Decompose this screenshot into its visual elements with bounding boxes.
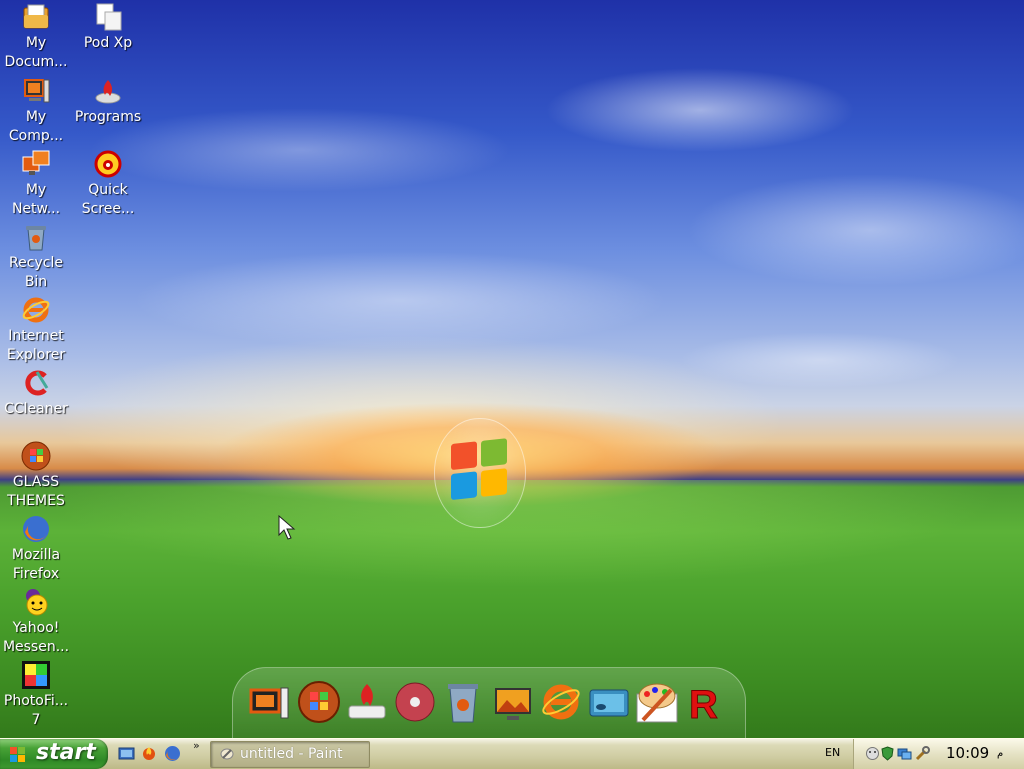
dvd-icon: [395, 682, 435, 722]
wallpaper-clouds: [0, 0, 1024, 480]
security-shield-icon[interactable]: [880, 746, 895, 761]
dock-item-display[interactable]: [587, 680, 631, 724]
icon-label: Programs: [74, 109, 142, 125]
icon-label: CCleaner: [4, 401, 68, 417]
yahoo-messenger-desktop-icon[interactable]: Yahoo! Messen...: [0, 587, 72, 657]
icon-label: My Comp...: [8, 109, 64, 144]
start-label: start: [36, 740, 96, 765]
taskbar-button-label: untitled - Paint: [240, 746, 343, 762]
messenger-tray-icon[interactable]: [865, 746, 880, 761]
internet-explorer-icon: [21, 295, 51, 325]
shortcut-file-icon: [93, 2, 123, 32]
photofiltre-icon: [21, 660, 51, 690]
icon-label: PhotoFi... 7: [3, 693, 69, 728]
pod-xp-desktop-icon[interactable]: Pod Xp: [72, 2, 144, 53]
windows-flag-icon: [10, 747, 25, 762]
quicklaunch-overflow[interactable]: »: [193, 739, 200, 752]
svg-text:R: R: [689, 683, 718, 724]
firefox-icon[interactable]: [164, 745, 181, 762]
dock-item-internet-explorer[interactable]: [539, 680, 583, 724]
icon-label: GLASS THEMES: [7, 474, 65, 509]
my-network-desktop-icon[interactable]: My Netw...: [0, 149, 72, 219]
taskbar: start » untitled - Paint EN 10:09 م: [0, 738, 1024, 769]
icon-label: Internet Explorer: [6, 328, 66, 363]
recycle-bin-icon: [448, 684, 478, 723]
taskbar-button-paint[interactable]: untitled - Paint: [210, 741, 370, 768]
icon-label: Mozilla Firefox: [11, 547, 61, 582]
dock-item-burner[interactable]: [345, 680, 389, 724]
icon-label: Recycle Bin: [9, 255, 63, 290]
clock-ampm: م: [997, 748, 1004, 759]
dock-item-dvd[interactable]: [393, 680, 437, 724]
quick-screen-desktop-icon[interactable]: Quick Scree...: [72, 149, 144, 219]
sun-camera-icon: [93, 149, 123, 179]
ccleaner-desktop-icon[interactable]: CCleaner: [0, 368, 72, 419]
windows-flag-icon: [451, 438, 509, 504]
icon-label: Yahoo! Messen...: [2, 620, 70, 655]
icon-label: My Netw...: [11, 182, 61, 217]
yahoo-smiley-icon: [21, 587, 51, 617]
r-app-icon: R: [689, 683, 719, 728]
internet-explorer-desktop-icon[interactable]: Internet Explorer: [0, 295, 72, 365]
network-icon: [21, 149, 51, 179]
dock-item-picture-gallery[interactable]: [491, 680, 535, 724]
tools-tray-icon[interactable]: [915, 746, 930, 761]
dock-item-recycle-bin[interactable]: [441, 680, 485, 724]
my-computer-desktop-icon[interactable]: My Comp...: [0, 76, 72, 146]
windows-logo-watermark: [434, 418, 526, 528]
firefox-icon: [21, 514, 51, 544]
computer-icon: [249, 687, 289, 719]
computer-icon: [21, 76, 51, 106]
recycle-bin-icon: [21, 222, 51, 252]
dock-item-computer[interactable]: [247, 680, 291, 724]
ccleaner-icon: [21, 368, 51, 398]
paint-icon: [220, 748, 234, 760]
internet-explorer-icon: [542, 684, 580, 720]
dock-item-paint[interactable]: [635, 680, 679, 724]
photofiltre-desktop-icon[interactable]: PhotoFi... 7: [0, 660, 72, 730]
icon-label: Pod Xp: [83, 35, 133, 51]
windows-orb-icon: [298, 681, 340, 723]
dock-item-windows-orb[interactable]: [297, 680, 341, 724]
programs-desktop-icon[interactable]: Programs: [72, 76, 144, 127]
show-desktop-icon[interactable]: [118, 745, 135, 762]
glass-themes-desktop-icon[interactable]: GLASS THEMES: [0, 441, 72, 511]
flame-disc-icon: [93, 76, 123, 106]
display-icon: [589, 689, 629, 717]
folder-icon: [21, 2, 51, 32]
mozilla-firefox-desktop-icon[interactable]: Mozilla Firefox: [0, 514, 72, 584]
dock-bar: R: [232, 667, 746, 738]
language-indicator[interactable]: EN: [825, 746, 840, 759]
windows-orb-icon: [21, 441, 51, 471]
quicklaunch-flame-icon[interactable]: [141, 745, 158, 762]
dock-item-r-app[interactable]: R: [683, 680, 727, 728]
start-button[interactable]: start: [0, 739, 108, 769]
icon-label: Quick Scree...: [81, 182, 135, 217]
recycle-bin-desktop-icon[interactable]: Recycle Bin: [0, 222, 72, 292]
paint-icon: [636, 683, 678, 723]
picture-gallery-icon: [495, 688, 531, 720]
icon-label: My Docum...: [4, 35, 68, 70]
network-tray-icon[interactable]: [897, 746, 912, 761]
clock[interactable]: 10:09: [946, 744, 989, 762]
desktop[interactable]: My Docum... My Comp... My Netw... Recycl…: [0, 0, 1024, 738]
burner-icon: [348, 684, 386, 719]
my-documents-desktop-icon[interactable]: My Docum...: [0, 2, 72, 72]
mouse-cursor-icon: [278, 515, 296, 540]
